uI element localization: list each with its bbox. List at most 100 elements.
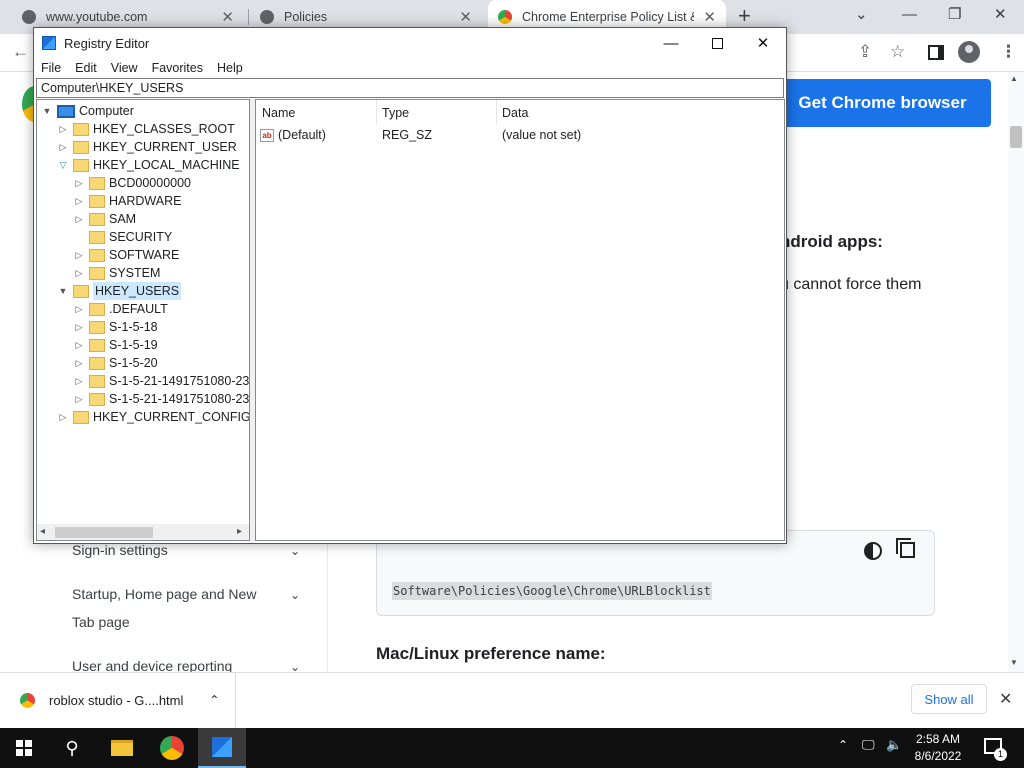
expand-arrow-icon[interactable]: ▷ [57, 408, 69, 426]
value-row[interactable]: ab (Default) REG_SZ (value not set) [260, 126, 780, 144]
menu-help[interactable]: Help [210, 61, 250, 75]
tree-node-sam[interactable]: ▷ SAM [73, 210, 137, 228]
tree-scrollbar-thumb[interactable] [55, 527, 153, 538]
scroll-right-icon[interactable]: ▸ [237, 526, 242, 537]
close-tab-icon[interactable]: ✕ [459, 8, 472, 26]
chrome-taskbar-icon[interactable] [148, 728, 196, 768]
tree-node-s-1-5-21-a[interactable]: ▷ S-1-5-21-1491751080-2360 [73, 372, 249, 390]
column-divider[interactable] [496, 100, 497, 124]
bookmark-star-icon[interactable]: ☆ [890, 42, 905, 62]
expand-arrow-icon[interactable]: ▷ [73, 372, 85, 390]
volume-icon[interactable]: 🔈 [886, 737, 902, 753]
tree-node-hkcc[interactable]: ▷ HKEY_CURRENT_CONFIG [57, 408, 249, 426]
expand-arrow-icon[interactable]: ▷ [57, 120, 69, 138]
tree-node-hkcr[interactable]: ▷ HKEY_CLASSES_ROOT [57, 120, 235, 138]
chevron-down-icon[interactable]: ⌄ [290, 588, 300, 602]
expand-arrow-icon[interactable]: ▷ [73, 210, 85, 228]
folder-icon [73, 140, 89, 154]
menu-view[interactable]: View [104, 61, 145, 75]
column-header-type[interactable]: Type [382, 106, 409, 120]
tab-search-icon[interactable]: ⌄ [855, 4, 868, 26]
tree-node-s-1-5-19[interactable]: ▷ S-1-5-19 [73, 336, 158, 354]
key-tree-pane[interactable]: ▼ Computer ▷ HKEY_CLASSES_ROOT ▷ HKEY_CU… [36, 99, 250, 541]
menu-favorites[interactable]: Favorites [145, 61, 210, 75]
tree-node-hku-selected[interactable]: ▼ HKEY_USERS [57, 282, 182, 300]
tray-chevron-icon[interactable]: ⌃ [838, 738, 848, 752]
nav-item-startup-cont[interactable]: Tab page [72, 614, 130, 630]
close-download-bar-icon[interactable]: ✕ [999, 689, 1012, 709]
expand-arrow-icon[interactable]: ▷ [73, 318, 85, 336]
tree-node-default[interactable]: ▷ .DEFAULT [73, 300, 168, 318]
expand-arrow-icon[interactable]: ▷ [73, 174, 85, 192]
folder-icon [89, 302, 105, 316]
tree-node-s-1-5-18[interactable]: ▷ S-1-5-18 [73, 318, 158, 336]
tree-node-hklm[interactable]: ▽ HKEY_LOCAL_MACHINE [57, 156, 240, 174]
tree-label: S-1-5-21-1491751080-2360 [109, 392, 250, 406]
side-panel-icon[interactable] [928, 45, 944, 60]
more-menu-icon[interactable]: ⋮ [1000, 42, 1017, 62]
expand-arrow-icon[interactable]: ▷ [73, 264, 85, 282]
scroll-up-icon[interactable]: ▲ [1010, 74, 1018, 83]
minimize-button[interactable]: — [648, 28, 694, 58]
show-all-button[interactable]: Show all [911, 684, 987, 714]
maximize-button[interactable] [694, 28, 740, 58]
page-scrollbar-thumb[interactable] [1010, 126, 1022, 148]
menu-edit[interactable]: Edit [68, 61, 104, 75]
tree-node-security[interactable]: SECURITY [73, 228, 172, 246]
tree-node-s-1-5-21-b[interactable]: ▷ S-1-5-21-1491751080-2360 [73, 390, 250, 408]
folder-icon [73, 158, 89, 172]
tree-node-bcd[interactable]: ▷ BCD00000000 [73, 174, 191, 192]
expand-arrow-icon[interactable]: ▷ [73, 300, 85, 318]
dark-mode-icon[interactable] [864, 542, 882, 560]
nav-item-sign-in-settings[interactable]: Sign-in settings [72, 542, 168, 558]
start-button[interactable] [0, 728, 48, 768]
scroll-left-icon[interactable]: ◂ [40, 526, 45, 537]
values-list-pane[interactable]: Name Type Data ab (Default) REG_SZ (valu… [255, 99, 785, 541]
download-item[interactable]: roblox studio - G....html ⌃ [0, 672, 236, 728]
chrome-icon [498, 10, 512, 24]
file-explorer-icon[interactable] [98, 728, 146, 768]
collapse-arrow-icon[interactable]: ▼ [41, 102, 53, 120]
tree-node-hardware[interactable]: ▷ HARDWARE [73, 192, 182, 210]
collapse-arrow-icon[interactable]: ▼ [57, 282, 69, 300]
address-bar[interactable]: Computer\HKEY_USERS [36, 78, 784, 98]
expand-arrow-icon[interactable]: ▷ [57, 138, 69, 156]
collapse-arrow-icon[interactable]: ▽ [57, 156, 69, 174]
expand-arrow-icon[interactable]: ▷ [73, 336, 85, 354]
chevron-down-icon[interactable]: ⌄ [290, 544, 300, 558]
minimize-button[interactable]: — [902, 4, 917, 26]
column-header-data[interactable]: Data [502, 106, 528, 120]
new-tab-button[interactable]: + [738, 4, 751, 28]
column-header-name[interactable]: Name [262, 106, 295, 120]
close-window-button[interactable]: ✕ [994, 4, 1007, 26]
chrome-icon [20, 692, 35, 708]
copy-icon[interactable] [900, 542, 915, 558]
close-tab-icon[interactable]: ✕ [221, 8, 234, 26]
regedit-taskbar-icon[interactable] [198, 728, 246, 768]
tree-node-system[interactable]: ▷ SYSTEM [73, 264, 161, 282]
expand-arrow-icon[interactable]: ▷ [73, 246, 85, 264]
tree-node-computer[interactable]: ▼ Computer [41, 102, 134, 120]
tree-node-hkcu[interactable]: ▷ HKEY_CURRENT_USER [57, 138, 237, 156]
restore-button[interactable]: ❐ [948, 4, 961, 26]
get-chrome-button[interactable]: Get Chrome browser [774, 79, 991, 127]
scroll-down-icon[interactable]: ▼ [1010, 658, 1018, 667]
expand-arrow-icon[interactable]: ▷ [73, 390, 85, 408]
nav-item-startup[interactable]: Startup, Home page and New [72, 586, 256, 602]
search-icon[interactable]: ⚲ [48, 728, 96, 768]
back-arrow-icon[interactable]: ← [12, 42, 29, 62]
close-button[interactable]: ✕ [740, 28, 786, 58]
network-icon[interactable]: 🖵 [862, 737, 875, 753]
expand-arrow-icon[interactable]: ▷ [73, 192, 85, 210]
menu-file[interactable]: File [34, 61, 68, 75]
close-tab-icon[interactable]: ✕ [703, 8, 716, 26]
page-scrollbar[interactable] [1008, 72, 1024, 672]
share-icon[interactable]: ⇪ [858, 42, 872, 62]
tree-node-s-1-5-20[interactable]: ▷ S-1-5-20 [73, 354, 158, 372]
chevron-up-icon[interactable]: ⌃ [209, 693, 219, 707]
tree-node-software[interactable]: ▷ SOFTWARE [73, 246, 180, 264]
column-divider[interactable] [376, 100, 377, 124]
profile-avatar[interactable] [958, 41, 980, 63]
system-clock[interactable]: 2:58 AM 8/6/2022 [906, 731, 970, 765]
expand-arrow-icon[interactable]: ▷ [73, 354, 85, 372]
